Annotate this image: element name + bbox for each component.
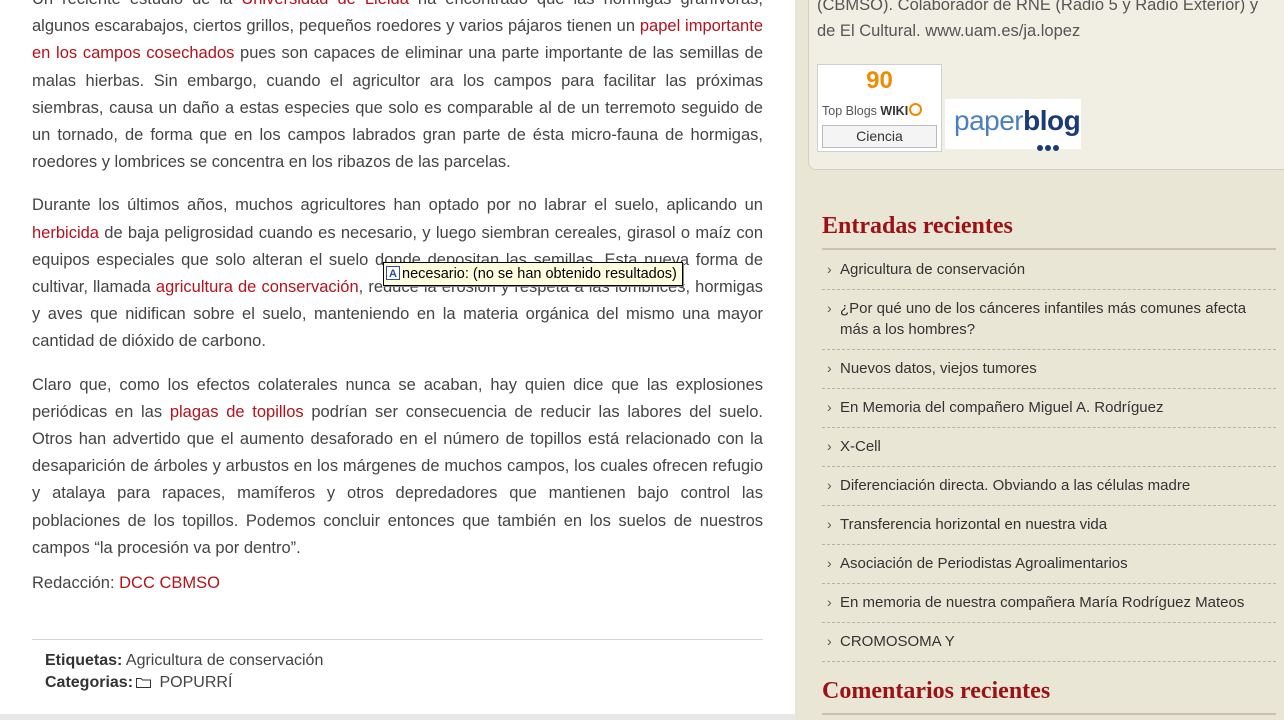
page-bottom-bar — [0, 714, 795, 720]
text: Durante los últimos años, muchos agricul… — [32, 196, 763, 215]
paperblog-badge[interactable]: paperblog — [945, 99, 1081, 151]
text: pues son capaces de eliminar una parte i… — [32, 44, 763, 172]
link-universidad-lleida[interactable]: Universidad de Lleida — [241, 0, 409, 8]
author-link[interactable]: DCC CBMSO — [119, 574, 220, 592]
wikio-o-icon — [909, 103, 923, 116]
author-label: Redacción: — [32, 574, 120, 592]
text: Un reciente estudio de la — [32, 0, 241, 8]
recent-posts-title: Entradas recientes — [822, 213, 1013, 239]
recent-post-link[interactable]: Asociación de Periodistas Agroalimentari… — [840, 555, 1128, 572]
recent-post-item: › Diferenciación directa. Obviando a las … — [822, 467, 1276, 506]
recent-post-item: › Transferencia horizontal en nuestra vid… — [822, 506, 1276, 545]
recent-post-link[interactable]: En Memoria del compañero Miguel A. Rodrí… — [840, 399, 1164, 416]
author-credit: Redacción: DCC CBMSO — [32, 574, 220, 593]
article-paragraph: Claro que, como los efectos colaterales … — [32, 372, 763, 562]
recent-post-link[interactable]: Transferencia horizontal en nuestra vida — [840, 516, 1107, 533]
categories-row: Categorias: POPURRÍ — [45, 672, 323, 694]
paperblog-part1: paper — [954, 105, 1024, 136]
wikio-category: Ciencia — [822, 125, 937, 148]
link-herbicida[interactable]: herbicida — [32, 224, 99, 242]
divider — [822, 713, 1276, 715]
paperblog-dots-icon — [1037, 138, 1061, 156]
recent-post-item: › X-Cell — [822, 428, 1276, 467]
divider — [32, 639, 763, 640]
chevron-right-icon: › — [827, 633, 832, 649]
categories-label: Categorias: — [45, 674, 134, 691]
tag-link[interactable]: Agricultura de conservación — [126, 652, 323, 669]
svg-text:A: A — [389, 268, 397, 280]
recent-posts-list: › Agricultura de conservación › ¿Por qué un… — [822, 251, 1276, 662]
paperblog-logo: paperblog — [954, 105, 1081, 137]
paperblog-part2: blog — [1023, 105, 1081, 136]
link-plagas-topillos[interactable]: plagas de topillos — [170, 403, 304, 421]
chevron-right-icon: › — [827, 399, 832, 415]
recent-post-link[interactable]: ¿Por qué uno de los cánceres infantiles … — [840, 300, 1246, 338]
category-link[interactable]: POPURRÍ — [159, 674, 232, 691]
chevron-right-icon: › — [827, 438, 832, 454]
chevron-right-icon: › — [827, 360, 832, 376]
chevron-right-icon: › — [827, 261, 832, 277]
divider — [822, 248, 1276, 250]
recent-post-link[interactable]: En memoria de nuestra compañera María Ro… — [840, 594, 1244, 611]
wikio-top-label: Top Blogs — [822, 104, 877, 118]
tags-row: Etiquetas: Agricultura de conservación — [45, 650, 323, 672]
recent-post-link[interactable]: Nuevos datos, viejos tumores — [840, 360, 1037, 377]
chevron-right-icon: › — [827, 477, 832, 493]
recent-post-link[interactable]: Diferenciación directa. Obviando a las c… — [840, 477, 1190, 494]
wikio-badge[interactable]: 90 Top Blogs WIKI Ciencia — [817, 64, 942, 152]
tags-label: Etiquetas: — [45, 652, 123, 669]
tooltip-text: necesario: (no se han obtenido resultado… — [402, 266, 677, 282]
sidebar: (CBMSO). Colaborador de RNE (Radio 5 y R… — [795, 0, 1284, 720]
article-paragraph: Un reciente estudio de la Universidad de… — [32, 0, 763, 176]
recent-post-item: › Nuevos datos, viejos tumores — [822, 350, 1276, 389]
bio-line: de El Cultural. www.uam.es/ja.lopez — [817, 22, 1081, 40]
recent-post-link[interactable]: Agricultura de conservación — [840, 261, 1025, 278]
bio-line: (CBMSO). Colaborador de RNE (Radio 5 y R… — [817, 0, 1259, 14]
recent-post-item: › Agricultura de conservación — [822, 251, 1276, 290]
recent-post-item: › CROMOSOMA Y — [822, 623, 1276, 662]
dictionary-icon: A — [386, 266, 400, 280]
lookup-tooltip: Anecesario: (no se han obtenido resultad… — [383, 262, 683, 286]
recent-comments-title: Comentarios recientes — [822, 678, 1051, 704]
main-content: Un reciente estudio de la Universidad de… — [0, 0, 795, 720]
recent-post-link[interactable]: X-Cell — [840, 438, 881, 455]
recent-post-item: › ¿Por qué uno de los cánceres infantiles… — [822, 290, 1276, 350]
wikio-rank: 90 — [866, 67, 893, 94]
wikio-brand: WIKI — [880, 104, 909, 118]
article-body: Un reciente estudio de la Universidad de… — [32, 0, 763, 578]
recent-post-item: › Asociación de Periodistas Agroalimentar… — [822, 545, 1276, 584]
chevron-right-icon: › — [827, 516, 832, 532]
chevron-right-icon: › — [827, 300, 832, 316]
recent-post-item: › En Memoria del compañero Miguel A. Rodr… — [822, 389, 1276, 428]
chevron-right-icon: › — [827, 594, 832, 610]
wikio-label: Top Blogs WIKI — [822, 103, 923, 118]
folder-icon — [136, 678, 152, 688]
author-bio: (CBMSO). Colaborador de RNE (Radio 5 y R… — [817, 0, 1284, 44]
chevron-right-icon: › — [827, 555, 832, 571]
text: podrían ser consecuencia de reducir las … — [32, 402, 763, 557]
recent-post-item: › En memoria de nuestra compañera María R… — [822, 584, 1276, 623]
recent-post-link[interactable]: CROMOSOMA Y — [840, 633, 955, 650]
link-agricultura-conservacion[interactable]: agricultura de conservación — [156, 278, 359, 296]
post-meta: Etiquetas: Agricultura de conservación C… — [45, 650, 323, 694]
